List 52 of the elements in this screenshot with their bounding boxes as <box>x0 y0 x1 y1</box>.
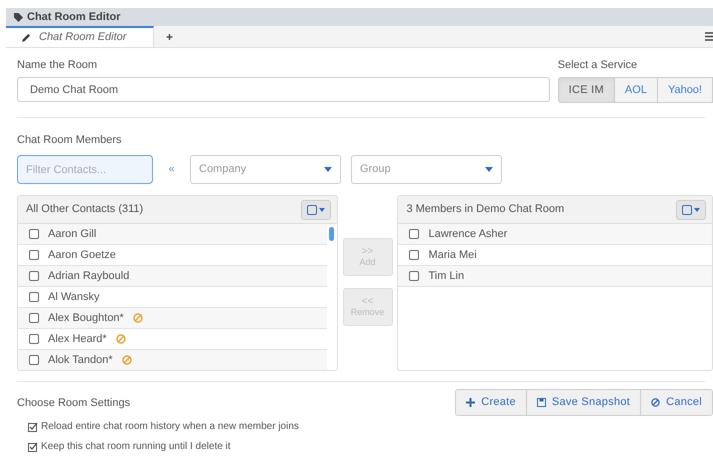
field-label: Name the Room <box>17 58 98 71</box>
tag-icon <box>14 12 23 22</box>
checked-checkbox-icon[interactable] <box>28 442 38 452</box>
checkbox-icon <box>682 204 692 214</box>
checkbox[interactable] <box>29 313 39 323</box>
checkbox[interactable] <box>29 250 39 260</box>
cancel-icon <box>651 398 660 407</box>
checkbox-icon <box>306 204 317 214</box>
select-all-dropdown[interactable] <box>676 200 706 220</box>
window-title: Chat Room Editor <box>27 10 120 25</box>
list-row[interactable]: Adrian Raybould <box>18 266 327 287</box>
scrollbar-thumb[interactable] <box>328 227 334 241</box>
list-row[interactable]: Alok Tandon* <box>18 350 327 370</box>
plus-icon <box>466 398 476 407</box>
checkbox[interactable] <box>29 334 39 344</box>
panel-title: 3 Members in Demo Chat Room <box>406 202 564 218</box>
action-button[interactable]: Cancel <box>640 390 712 415</box>
setting-label: Keep this chat room running until I delete it <box>41 440 231 454</box>
service-button[interactable]: Yahoo! <box>658 77 713 103</box>
checkbox[interactable] <box>409 229 420 239</box>
tab[interactable]: Chat Room Editor <box>6 26 154 47</box>
list-row[interactable]: Tim Lin <box>398 266 712 287</box>
room-name-field[interactable]: Demo Chat Room <box>17 77 550 102</box>
checkbox[interactable] <box>29 355 39 365</box>
list-row[interactable]: Aaron Gill <box>18 224 327 245</box>
list-row[interactable]: Lawrence Asher <box>398 224 712 245</box>
add-tab-button[interactable]: + <box>154 26 186 47</box>
list-row[interactable]: Alex Boughton* <box>18 308 327 329</box>
panel-title: All Other Contacts (311) <box>26 202 144 218</box>
action-button[interactable]: Create <box>456 390 526 415</box>
action-button[interactable]: Save Snapshot <box>526 390 640 415</box>
caret-icon <box>318 208 325 212</box>
checkbox[interactable] <box>29 229 39 239</box>
menu-icon[interactable] <box>705 32 713 41</box>
checkbox[interactable] <box>29 271 39 281</box>
section-title: Chat Room Members <box>17 133 123 146</box>
checkbox[interactable] <box>409 250 420 260</box>
caret-icon <box>694 208 700 212</box>
checked-checkbox-icon[interactable] <box>28 422 38 432</box>
checkbox[interactable] <box>29 292 39 302</box>
filter-field[interactable]: Filter Contacts... <box>17 155 153 184</box>
pencil-icon <box>22 33 31 42</box>
separator-symbol: « <box>167 162 176 178</box>
service-button[interactable]: AOL <box>614 77 658 103</box>
caret-icon <box>324 167 332 172</box>
checkbox[interactable] <box>409 271 420 281</box>
select-all-dropdown[interactable] <box>300 200 331 220</box>
field-label: Select a Service <box>558 58 638 71</box>
service-button[interactable]: ICE IM <box>558 77 615 103</box>
setting-label: Reload entire chat room history when a new member joins <box>41 420 299 434</box>
caret-icon <box>485 167 493 172</box>
section-title: Choose Room Settings <box>17 396 132 409</box>
